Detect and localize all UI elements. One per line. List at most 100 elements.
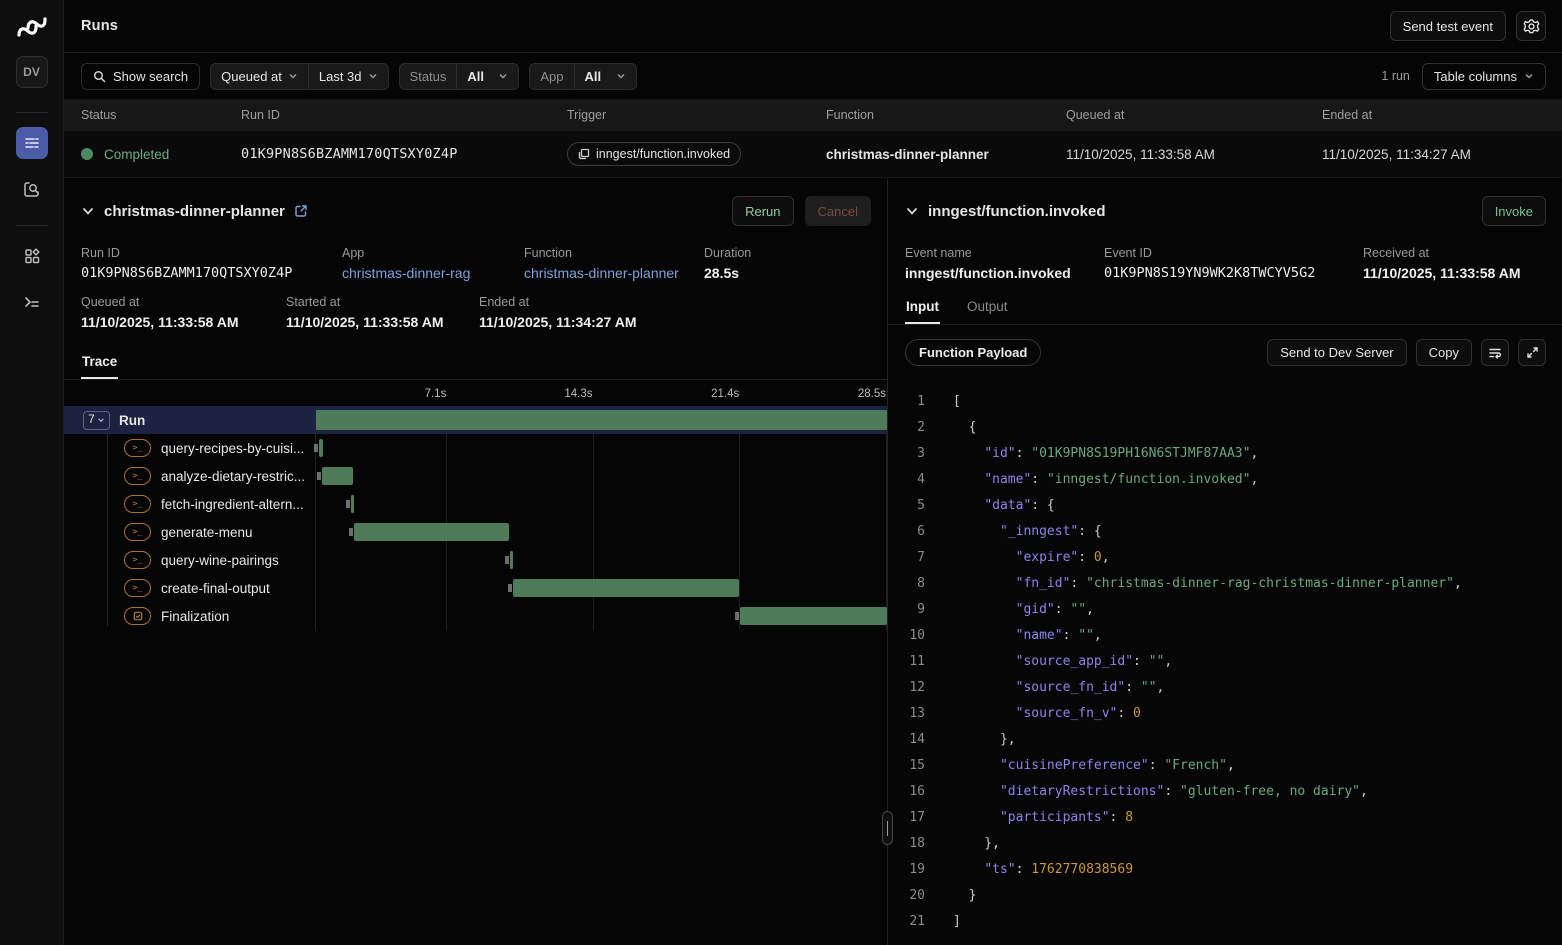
trace-row-label: Finalization — [161, 609, 229, 624]
code-text: "name": "inngest/function.invoked", — [953, 472, 1258, 487]
code-text: }, — [953, 732, 1016, 747]
field-label: Ended at — [479, 295, 887, 309]
status-filter-label: Status — [410, 69, 447, 84]
expand-button[interactable] — [1518, 339, 1546, 366]
queued-at-dropdown[interactable]: Queued at — [211, 64, 308, 89]
line-number: 17 — [905, 810, 925, 825]
table-columns-button[interactable]: Table columns — [1422, 63, 1546, 90]
runs-table-header: Status Run ID Trigger Function Queued at… — [64, 99, 1562, 131]
trace-row-generate-menu[interactable]: >_generate-menu — [64, 518, 887, 546]
show-search-button[interactable]: Show search — [81, 63, 200, 90]
trace-row-finalization[interactable]: Finalization — [64, 602, 887, 630]
code-text: "id": "01K9PN8S19PH16N6STJMF87AA3", — [953, 446, 1258, 461]
code-line: 3 "id": "01K9PN8S19PH16N6STJMF87AA3", — [905, 440, 1562, 466]
word-wrap-button[interactable] — [1481, 339, 1509, 366]
code-line: 18 }, — [905, 830, 1562, 856]
code-block[interactable]: 1[2 {3 "id": "01K9PN8S19PH16N6STJMF87AA3… — [888, 376, 1562, 945]
cancel-button[interactable]: Cancel — [805, 196, 871, 226]
trigger-pill[interactable]: inngest/function.invoked — [567, 142, 741, 166]
trace-row-query-recipes-by-cuisi[interactable]: >_query-recipes-by-cuisi... — [64, 434, 887, 462]
chevron-down-icon — [1524, 71, 1534, 81]
time-range-dropdown[interactable]: Last 3d — [308, 64, 388, 89]
tab-trace[interactable]: Trace — [81, 348, 118, 379]
tab-input[interactable]: Input — [905, 293, 940, 324]
trace-span-bar[interactable] — [322, 467, 353, 485]
trace-span-bar[interactable] — [351, 495, 354, 513]
runs-list-icon — [23, 134, 41, 152]
code-text: "ts": 1762770838569 — [953, 862, 1133, 877]
table-row[interactable]: Completed 01K9PN8S6BZAMM170QTSXY0Z4P inn… — [64, 131, 1562, 178]
trace-axis: 7.1s14.3s21.4s28.5s — [316, 384, 887, 406]
trace-row-query-wine-pairings[interactable]: >_query-wine-pairings — [64, 546, 887, 574]
env-badge[interactable]: DV — [16, 56, 48, 88]
code-text: "source_fn_v": 0 — [953, 706, 1141, 721]
app-link[interactable]: christmas-dinner-rag — [342, 265, 524, 281]
trace-row-label: analyze-dietary-restric... — [161, 469, 305, 484]
code-text: } — [953, 888, 976, 903]
axis-tick-label: 7.1s — [425, 388, 448, 400]
step-count-badge[interactable]: 7 — [83, 411, 110, 430]
sidebar-item-event-inspector[interactable] — [16, 173, 48, 205]
event-title: inngest/function.invoked — [928, 203, 1106, 220]
line-number: 19 — [905, 862, 925, 877]
field-duration: Duration 28.5s — [704, 246, 887, 281]
code-line: 5 "data": { — [905, 492, 1562, 518]
trace-row-run[interactable]: 7 Run — [64, 406, 887, 434]
trace-span-bar[interactable] — [513, 579, 739, 597]
trace-span-bar[interactable] — [354, 523, 509, 541]
line-number: 11 — [905, 654, 925, 669]
sidebar-item-dev-console[interactable] — [16, 286, 48, 318]
sidebar-item-runs[interactable] — [16, 127, 48, 159]
trace-row-analyze-dietary-restric[interactable]: >_analyze-dietary-restric... — [64, 462, 887, 490]
terminal-icon — [23, 293, 41, 311]
trace-span-bar[interactable] — [319, 439, 324, 457]
field-label: Duration — [704, 246, 887, 260]
app-filter[interactable]: App All — [529, 63, 636, 90]
tab-output[interactable]: Output — [966, 293, 1009, 324]
line-number: 16 — [905, 784, 925, 799]
status-filter[interactable]: Status All — [399, 63, 520, 90]
app-root: DV — [0, 0, 1562, 945]
trace-span-bar[interactable] — [316, 410, 887, 430]
rerun-button[interactable]: Rerun — [732, 196, 793, 226]
send-to-dev-server-button[interactable]: Send to Dev Server — [1267, 339, 1406, 366]
field-label: Event name — [905, 246, 1104, 260]
send-test-event-button[interactable]: Send test event — [1390, 11, 1506, 41]
app-filter-value: All — [585, 69, 602, 84]
cancel-label: Cancel — [818, 204, 858, 219]
trigger-name: inngest/function.invoked — [596, 147, 730, 161]
invoke-label: Invoke — [1495, 204, 1533, 219]
code-text: "data": { — [953, 498, 1055, 513]
collapse-run-chevron-icon[interactable] — [81, 204, 95, 218]
field-value: 11/10/2025, 11:34:27 AM — [479, 314, 887, 330]
trace-row-fetch-ingredient-altern[interactable]: >_fetch-ingredient-altern... — [64, 490, 887, 518]
trace-row-label: Run — [119, 413, 145, 428]
search-icon — [93, 70, 106, 83]
column-header-function: Function — [809, 108, 1049, 122]
step-terminal-icon: >_ — [124, 495, 151, 513]
line-number: 14 — [905, 732, 925, 747]
code-text: ] — [953, 914, 961, 929]
finalization-check-icon — [124, 607, 151, 625]
trace-span-bar[interactable] — [740, 607, 887, 625]
code-line: 13 "source_fn_v": 0 — [905, 700, 1562, 726]
main-area: Runs Send test event — [64, 0, 1562, 945]
step-terminal-icon: >_ — [124, 523, 151, 541]
code-line: 16 "dietaryRestrictions": "gluten-free, … — [905, 778, 1562, 804]
step-terminal-icon: >_ — [124, 551, 151, 569]
panel-resize-handle[interactable] — [882, 811, 893, 845]
collapse-event-chevron-icon[interactable] — [905, 204, 919, 218]
settings-button[interactable] — [1516, 11, 1546, 41]
external-link-icon[interactable] — [294, 204, 308, 218]
chevron-down-icon — [368, 71, 378, 81]
invoke-button[interactable]: Invoke — [1482, 196, 1546, 226]
function-link[interactable]: christmas-dinner-planner — [524, 265, 704, 281]
axis-tick-label: 21.4s — [711, 388, 740, 400]
code-line: 15 "cuisinePreference": "French", — [905, 752, 1562, 778]
sidebar-divider — [16, 112, 48, 113]
sidebar-item-apps[interactable] — [16, 240, 48, 272]
trace-span-bar[interactable] — [510, 551, 513, 569]
column-header-trigger: Trigger — [550, 108, 809, 122]
copy-button[interactable]: Copy — [1416, 339, 1472, 366]
trace-row-create-final-output[interactable]: >_create-final-output — [64, 574, 887, 602]
